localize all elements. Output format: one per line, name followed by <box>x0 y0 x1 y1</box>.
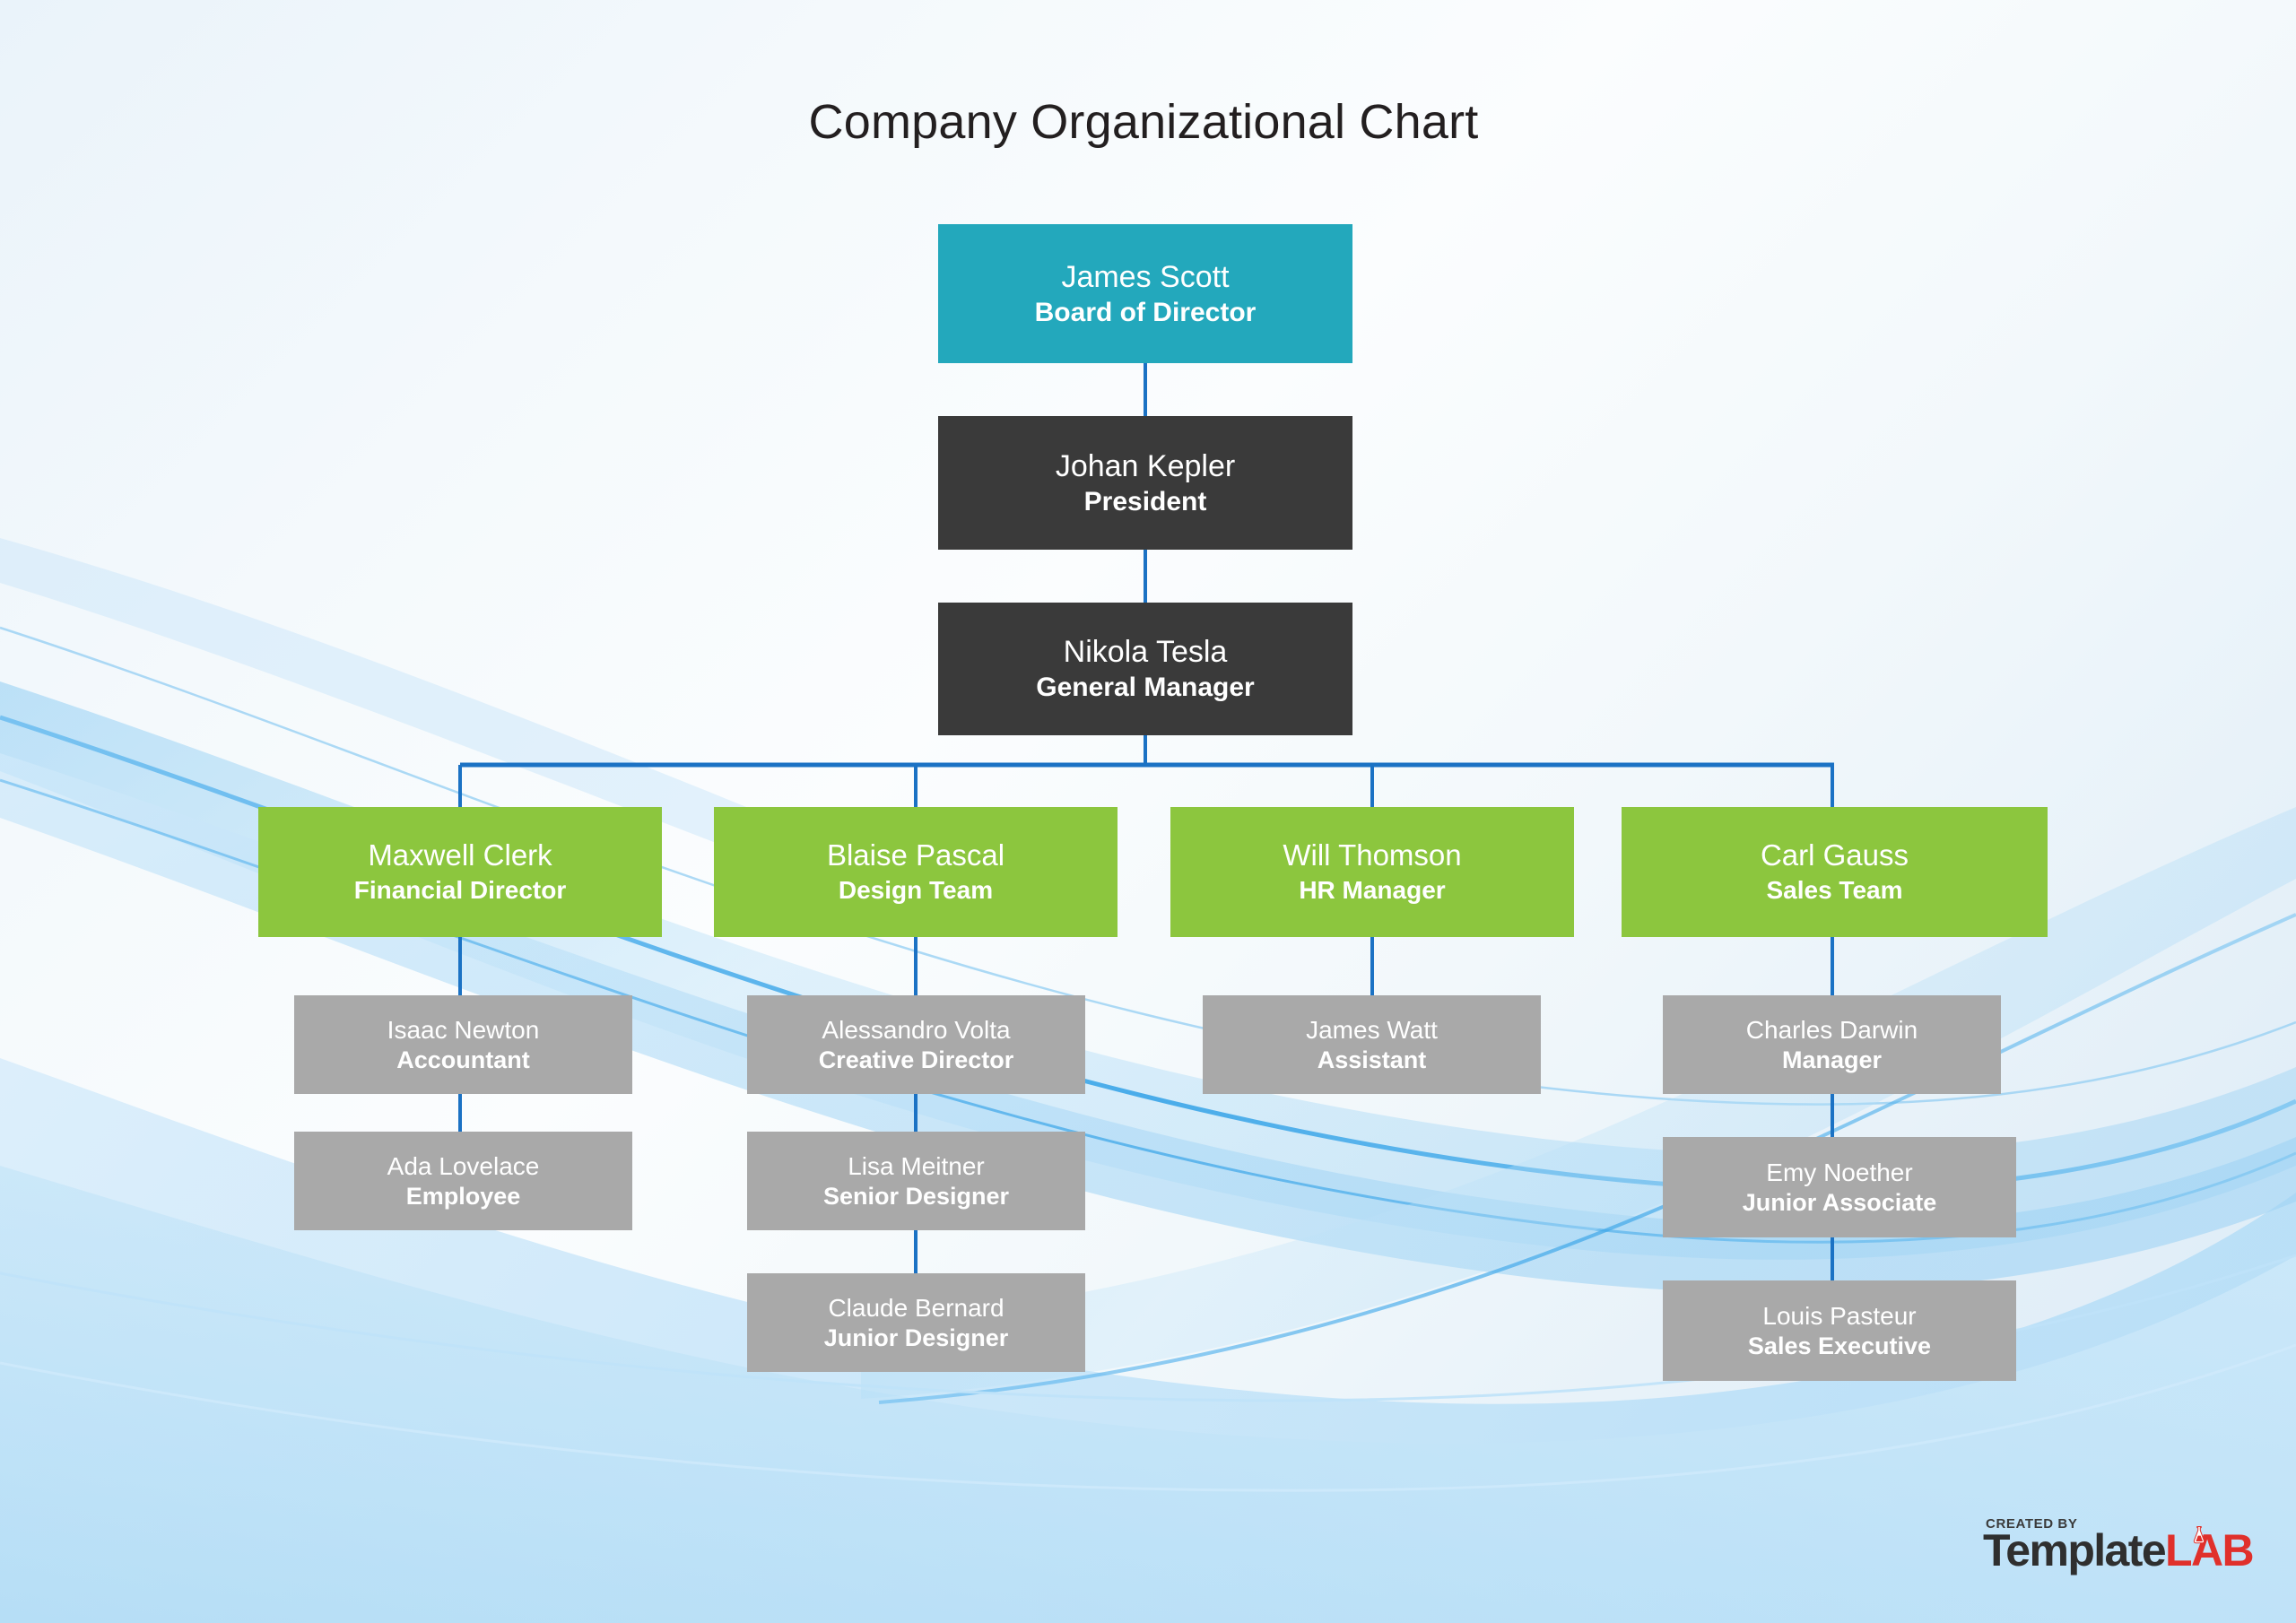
node-junior-designer[interactable]: Claude Bernard Junior Designer <box>747 1273 1085 1372</box>
node-financial-director[interactable]: Maxwell Clerk Financial Director <box>258 807 662 937</box>
node-senior-designer[interactable]: Lisa Meitner Senior Designer <box>747 1132 1085 1230</box>
node-general-manager[interactable]: Nikola Tesla General Manager <box>938 603 1352 735</box>
node-name: Lisa Meitner <box>848 1151 985 1180</box>
node-employee[interactable]: Ada Lovelace Employee <box>294 1132 632 1230</box>
node-design-team[interactable]: Blaise Pascal Design Team <box>714 807 1118 937</box>
node-name: James Watt <box>1306 1015 1438 1044</box>
node-name: Johan Kepler <box>1055 448 1236 483</box>
node-name: Ada Lovelace <box>387 1151 540 1180</box>
templatelab-logo: CREATED BY TemplateLAB <box>1983 1516 2255 1575</box>
node-creative-director[interactable]: Alessandro Volta Creative Director <box>747 995 1085 1094</box>
org-chart: Company Organizational Chart James Scott… <box>0 0 2296 1623</box>
node-role: Sales Team <box>1766 876 1903 905</box>
node-role: Junior Designer <box>823 1324 1009 1352</box>
node-manager[interactable]: Charles Darwin Manager <box>1663 995 2001 1094</box>
logo-word-template: Template <box>1983 1525 2167 1575</box>
node-name: Carl Gauss <box>1760 838 1909 872</box>
node-role: Accountant <box>396 1046 530 1074</box>
node-name: Nikola Tesla <box>1063 635 1228 670</box>
node-assistant[interactable]: James Watt Assistant <box>1203 995 1541 1094</box>
node-role: HR Manager <box>1299 876 1446 905</box>
node-role: Design Team <box>838 876 994 905</box>
node-role: Manager <box>1781 1046 1883 1074</box>
node-role: Employee <box>405 1183 521 1211</box>
node-board-of-director[interactable]: James Scott Board of Director <box>938 224 1352 363</box>
node-sales-executive[interactable]: Louis Pasteur Sales Executive <box>1663 1280 2016 1381</box>
node-name: Alessandro Volta <box>822 1015 1011 1044</box>
node-name: Maxwell Clerk <box>368 838 552 872</box>
node-role: Sales Executive <box>1747 1332 1932 1360</box>
node-junior-associate[interactable]: Emy Noether Junior Associate <box>1663 1137 2016 1237</box>
flask-icon <box>2193 1525 2205 1544</box>
node-name: Emy Noether <box>1766 1158 1913 1186</box>
node-role: Senior Designer <box>822 1183 1010 1211</box>
node-role: General Manager <box>1036 673 1255 703</box>
node-role: Junior Associate <box>1742 1189 1937 1217</box>
node-name: Blaise Pascal <box>826 838 1005 872</box>
node-role: Assistant <box>1317 1046 1427 1074</box>
node-role: Financial Director <box>353 876 567 905</box>
node-hr-manager[interactable]: Will Thomson HR Manager <box>1170 807 1574 937</box>
node-role: President <box>1083 486 1207 516</box>
node-name: Will Thomson <box>1283 838 1462 872</box>
logo-word-lab: LAB <box>2165 1525 2255 1575</box>
node-sales-team[interactable]: Carl Gauss Sales Team <box>1622 807 2048 937</box>
logo-wordmark: TemplateLAB <box>1983 1525 2255 1575</box>
node-name: Claude Bernard <box>828 1293 1004 1322</box>
node-role: Creative Director <box>818 1046 1014 1074</box>
node-name: Louis Pasteur <box>1762 1301 1917 1330</box>
node-role: Board of Director <box>1034 297 1257 327</box>
node-accountant[interactable]: Isaac Newton Accountant <box>294 995 632 1094</box>
node-name: Isaac Newton <box>387 1015 540 1044</box>
node-name: James Scott <box>1061 259 1230 294</box>
slide-canvas: Company Organizational Chart James Scott… <box>0 0 2296 1623</box>
node-name: Charles Darwin <box>1745 1015 1918 1044</box>
node-president[interactable]: Johan Kepler President <box>938 416 1352 550</box>
